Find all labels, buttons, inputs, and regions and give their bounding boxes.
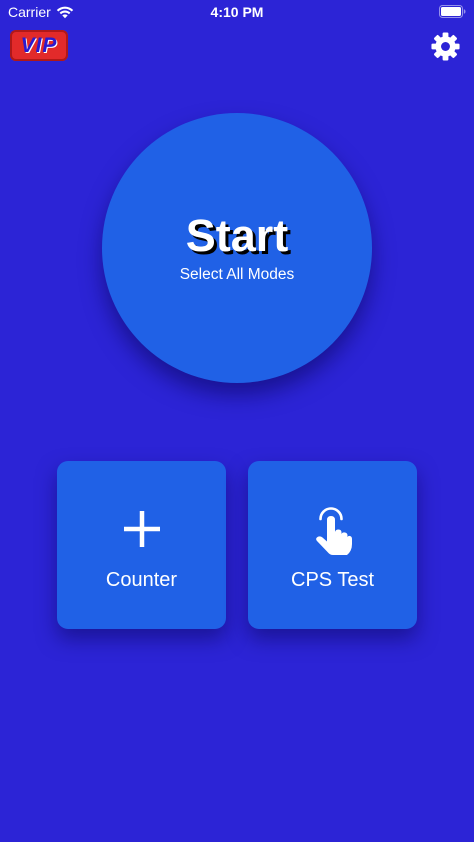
vip-logo[interactable]: VIP xyxy=(10,30,68,61)
start-button[interactable]: Start Select All Modes xyxy=(102,113,372,383)
start-title: Start xyxy=(185,210,289,261)
start-subtitle: Select All Modes xyxy=(179,266,295,283)
cps-test-button[interactable]: CPS Test xyxy=(248,461,417,629)
vip-logo-text: VIP xyxy=(20,34,58,57)
cps-test-label: CPS Test xyxy=(291,569,374,591)
gear-icon[interactable] xyxy=(430,31,461,62)
status-bar: Carrier 4:10 PM xyxy=(0,0,474,24)
counter-button[interactable]: Counter xyxy=(57,461,226,629)
counter-label: Counter xyxy=(105,569,178,591)
status-time: 4:10 PM xyxy=(210,4,264,20)
plus-icon xyxy=(123,511,160,547)
hand-tap-icon xyxy=(315,507,352,555)
battery-icon xyxy=(439,5,466,18)
